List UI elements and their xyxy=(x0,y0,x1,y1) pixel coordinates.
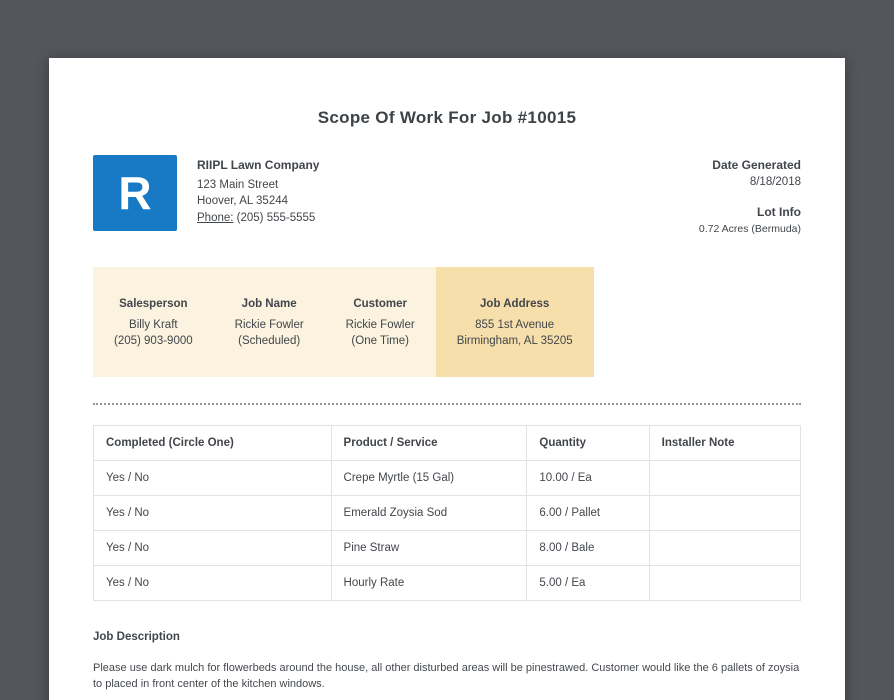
job-address-line1: 855 1st Avenue xyxy=(475,319,555,331)
info-col-job-address: Job Address 855 1st Avenue Birmingham, A… xyxy=(435,267,594,377)
info-col-salesperson: Salesperson Billy Kraft (205) 903-9000 xyxy=(93,267,214,377)
document-page: Scope Of Work For Job #10015 R RIIPL Law… xyxy=(49,58,845,700)
lot-info-value: 0.72 Acres (Bermuda) xyxy=(698,223,801,235)
company-name: RIIPL Lawn Company xyxy=(197,158,320,172)
company-info: RIIPL Lawn Company 123 Main Street Hoove… xyxy=(197,155,319,226)
cell-installer-note xyxy=(648,565,802,601)
scope-of-work-table: Completed (Circle One) Product / Service… xyxy=(93,425,802,601)
table-row: Yes / No Emerald Zoysia Sod 6.00 / Palle… xyxy=(93,495,802,531)
company-address-line2: Hoover, AL 35244 xyxy=(197,195,289,207)
company-address-line1: 123 Main Street xyxy=(197,178,279,191)
salesperson-phone: (205) 903-9000 xyxy=(114,335,193,347)
table-row: Yes / No Hourly Rate 5.00 / Ea xyxy=(93,565,802,601)
job-name-status: (Scheduled) xyxy=(238,335,301,347)
page-title: Scope Of Work For Job #10015 xyxy=(317,108,577,127)
cell-completed: Yes / No xyxy=(93,460,332,496)
customer-type: (One Time) xyxy=(351,335,409,347)
job-name-label: Job Name xyxy=(241,298,297,310)
cell-installer-note xyxy=(648,530,802,566)
table-row: Yes / No Pine Straw 8.00 / Bale xyxy=(93,530,802,566)
info-col-job-name: Job Name Rickie Fowler (Scheduled) xyxy=(213,267,325,377)
salesperson-name: Billy Kraft xyxy=(129,319,178,331)
logo-letter: R xyxy=(118,167,152,219)
cell-completed: Yes / No xyxy=(93,530,332,566)
header-completed: Completed (Circle One) xyxy=(93,425,332,461)
salesperson-label: Salesperson xyxy=(119,298,188,310)
info-col-customer: Customer Rickie Fowler (One Time) xyxy=(324,267,436,377)
dotted-divider xyxy=(93,403,801,405)
date-generated-value: 8/18/2018 xyxy=(749,176,801,188)
job-description-paragraph: Please use dark mulch for flowerbeds aro… xyxy=(93,662,800,690)
job-address-line2: Birmingham, AL 35205 xyxy=(456,335,573,347)
cell-product: Pine Straw xyxy=(330,530,528,566)
cell-installer-note xyxy=(648,460,802,496)
document-header: R RIIPL Lawn Company 123 Main Street Hoo… xyxy=(93,155,801,237)
cell-product: Hourly Rate xyxy=(330,565,528,601)
job-name-value: Rickie Fowler xyxy=(234,319,304,331)
meta-block: Date Generated 8/18/2018 Lot Info 0.72 A… xyxy=(699,155,801,237)
cell-completed: Yes / No xyxy=(93,565,332,601)
cell-product: Crepe Myrtle (15 Gal) xyxy=(330,460,528,496)
table-row: Yes / No Crepe Myrtle (15 Gal) 10.00 / E… xyxy=(93,460,802,496)
table-header-row: Completed (Circle One) Product / Service… xyxy=(93,425,802,461)
header-quantity: Quantity xyxy=(526,425,650,461)
header-product-service: Product / Service xyxy=(330,425,528,461)
phone-label: Phone: xyxy=(197,211,234,224)
job-address-label: Job Address xyxy=(480,298,550,310)
company-logo: R xyxy=(93,155,177,231)
customer-name: Rickie Fowler xyxy=(345,319,415,331)
customer-label: Customer xyxy=(353,298,408,310)
cell-product: Emerald Zoysia Sod xyxy=(330,495,528,531)
company-block: R RIIPL Lawn Company 123 Main Street Hoo… xyxy=(93,155,319,231)
job-description-heading: Job Description xyxy=(93,631,180,643)
cell-installer-note xyxy=(648,495,802,531)
phone-value: (205) 555-5555 xyxy=(233,211,316,224)
cell-quantity: 5.00 / Ea xyxy=(526,565,650,601)
cell-quantity: 10.00 / Ea xyxy=(526,460,650,496)
lot-info-label: Lot Info xyxy=(757,205,801,219)
cell-quantity: 8.00 / Bale xyxy=(526,530,650,566)
date-generated-label: Date Generated xyxy=(712,158,801,172)
company-phone: Phone: (205) 555-5555 xyxy=(197,210,319,227)
cell-completed: Yes / No xyxy=(93,495,332,531)
job-info-bar: Salesperson Billy Kraft (205) 903-9000 J… xyxy=(93,267,801,377)
job-description-section: Job Description Please use dark mulch fo… xyxy=(93,631,801,700)
header-installer-note: Installer Note xyxy=(648,425,802,461)
cell-quantity: 6.00 / Pallet xyxy=(526,495,650,531)
